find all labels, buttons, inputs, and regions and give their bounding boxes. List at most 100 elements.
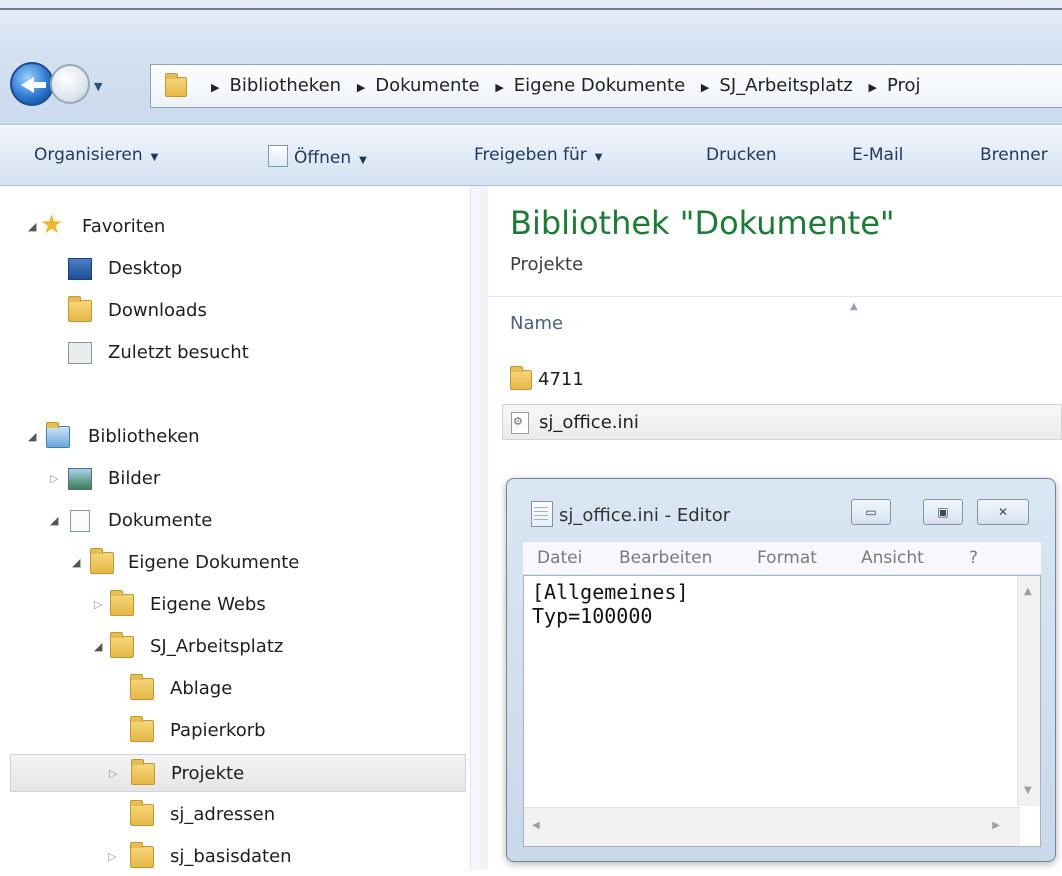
folder-icon <box>130 842 154 868</box>
tree-item-favorites[interactable]: ◢ ★ Favoriten <box>0 208 470 246</box>
tree-item-pictures[interactable]: ▷ Bilder <box>0 460 470 498</box>
print-button[interactable]: Drucken <box>706 145 777 165</box>
scroll-up-icon[interactable]: ▲ <box>1024 586 1032 597</box>
breadcrumb-workspace[interactable]: SJ_Arbeitsplatz <box>719 75 852 96</box>
pictures-icon <box>68 468 92 490</box>
documents-icon <box>70 510 90 532</box>
desktop-icon <box>68 258 92 280</box>
tree-item-projekte-selected[interactable]: ▷ Projekte <box>10 754 466 792</box>
organize-label: Organisieren <box>34 145 143 165</box>
collapsed-arrow-icon[interactable]: ▷ <box>109 767 117 780</box>
scroll-left-icon[interactable]: ◀ <box>532 820 540 831</box>
library-location[interactable]: Projekte <box>510 254 583 275</box>
tree-label: Favoriten <box>82 216 166 237</box>
chevron-right-icon[interactable]: ▶ <box>701 81 709 94</box>
address-bar[interactable]: ▶ Bibliotheken ▶ Dokumente ▶ Eigene Dokumen… <box>150 64 1062 108</box>
tree-item-workspace[interactable]: ◢ SJ_Arbeitsplatz <box>0 628 470 666</box>
tree-item-my-documents[interactable]: ◢ Eigene Dokumente <box>0 544 470 582</box>
folder-icon <box>510 366 532 390</box>
downloads-folder-icon <box>68 296 92 322</box>
open-button[interactable]: Öffnen ▼ <box>268 145 367 168</box>
breadcrumb-documents[interactable]: Dokumente <box>375 75 479 96</box>
burn-button[interactable]: Brenner <box>980 145 1048 165</box>
file-name: sj_office.ini <box>539 412 639 433</box>
expanded-arrow-icon[interactable]: ◢ <box>28 430 36 443</box>
web-folder-icon <box>110 590 134 616</box>
collapsed-arrow-icon[interactable]: ▷ <box>50 472 58 485</box>
breadcrumb-libraries[interactable]: Bibliotheken <box>229 75 341 96</box>
tree-label: SJ_Arbeitsplatz <box>150 636 284 657</box>
pane-splitter[interactable] <box>470 186 489 870</box>
column-header-label: Name <box>510 313 564 334</box>
share-button[interactable]: Freigeben für ▼ <box>474 145 602 165</box>
tree-item-documents[interactable]: ◢ Dokumente <box>0 502 470 540</box>
chevron-right-icon[interactable]: ▶ <box>495 81 503 94</box>
notepad-icon <box>531 501 553 527</box>
vertical-scrollbar[interactable]: ▲ ▼ <box>1017 576 1040 806</box>
close-button[interactable]: ✕ <box>977 499 1029 525</box>
window-title: sj_office.ini - Editor <box>559 505 731 526</box>
text-editor-area[interactable]: [Allgemeines] Typ=100000 ▲ ▼ ◀ ▶ <box>523 575 1041 847</box>
chevron-down-icon: ▼ <box>594 152 603 163</box>
tree-label: Ablage <box>170 678 233 699</box>
tree-label: Dokumente <box>108 510 213 531</box>
expanded-arrow-icon[interactable]: ◢ <box>28 220 36 233</box>
tree-item-desktop[interactable]: Desktop <box>0 250 470 288</box>
open-label: Öffnen <box>294 148 352 168</box>
navigation-pane: ◢ ★ Favoriten Desktop Downloads Zuletzt … <box>0 186 470 870</box>
tree-item-adressen[interactable]: sj_adressen <box>0 796 470 834</box>
tree-item-downloads[interactable]: Downloads <box>0 292 470 330</box>
breadcrumb-my-documents[interactable]: Eigene Dokumente <box>514 75 685 96</box>
tree-item-ablage[interactable]: Ablage <box>0 670 470 708</box>
collapsed-arrow-icon[interactable]: ▷ <box>94 598 102 611</box>
file-name: 4711 <box>538 369 584 390</box>
collapsed-arrow-icon[interactable]: ▷ <box>108 850 116 863</box>
tree-label: Bilder <box>108 468 161 489</box>
tree-item-libraries[interactable]: ◢ Bibliotheken <box>0 418 470 456</box>
maximize-button[interactable]: ▣ <box>923 499 963 525</box>
tree-item-my-webs[interactable]: ▷ Eigene Webs <box>0 586 470 624</box>
window-top-border <box>0 8 1062 10</box>
expanded-arrow-icon[interactable]: ◢ <box>94 640 102 653</box>
menu-edit[interactable]: Bearbeiten <box>619 548 712 568</box>
tree-label: sj_adressen <box>170 804 276 825</box>
tree-item-basisdaten[interactable]: ▷ sj_basisdaten <box>0 838 470 876</box>
breadcrumb-projects[interactable]: Proj <box>887 75 921 96</box>
scroll-right-icon[interactable]: ▶ <box>992 820 1000 831</box>
chevron-right-icon[interactable]: ▶ <box>211 81 219 94</box>
text-line: [Allgemeines] <box>532 580 689 604</box>
scroll-down-icon[interactable]: ▼ <box>1024 785 1032 796</box>
list-item-ini-file[interactable]: sj_office.ini <box>502 404 1062 440</box>
share-label: Freigeben für <box>474 145 587 165</box>
menu-format[interactable]: Format <box>757 548 817 568</box>
tree-label: Projekte <box>171 763 245 784</box>
expanded-arrow-icon[interactable]: ◢ <box>50 514 58 527</box>
organize-button[interactable]: Organisieren ▼ <box>34 145 158 165</box>
folder-icon <box>130 674 154 700</box>
tree-label: Eigene Dokumente <box>128 552 300 573</box>
notepad-window[interactable]: sj_office.ini - Editor ▭ ▣ ✕ Datei Bearb… <box>506 478 1056 862</box>
expanded-arrow-icon[interactable]: ◢ <box>72 556 80 569</box>
back-button[interactable] <box>10 62 54 106</box>
tree-label: Desktop <box>108 258 183 279</box>
tree-label: Downloads <box>108 300 207 321</box>
chevron-right-icon[interactable]: ▶ <box>868 81 876 94</box>
email-button[interactable]: E-Mail <box>852 145 903 165</box>
recent-pages-dropdown-icon[interactable]: ▼ <box>94 80 102 93</box>
menu-help[interactable]: ? <box>969 548 978 568</box>
folder-icon <box>110 632 134 658</box>
column-header-name[interactable]: ▲ Name <box>488 296 1062 353</box>
notepad-icon <box>268 145 288 167</box>
list-item-folder[interactable]: 4711 <box>502 362 1062 398</box>
tree-item-papierkorb[interactable]: Papierkorb <box>0 712 470 750</box>
minimize-button[interactable]: ▭ <box>851 499 891 525</box>
forward-button[interactable] <box>50 64 90 104</box>
menu-file[interactable]: Datei <box>537 548 582 568</box>
folder-icon <box>165 73 187 97</box>
menu-view[interactable]: Ansicht <box>861 548 924 568</box>
tree-item-recent[interactable]: Zuletzt besucht <box>0 334 470 372</box>
tree-label: Bibliotheken <box>88 426 200 447</box>
tree-label: Papierkorb <box>170 720 266 741</box>
horizontal-scrollbar[interactable]: ◀ ▶ <box>524 807 1020 846</box>
chevron-right-icon[interactable]: ▶ <box>357 81 365 94</box>
